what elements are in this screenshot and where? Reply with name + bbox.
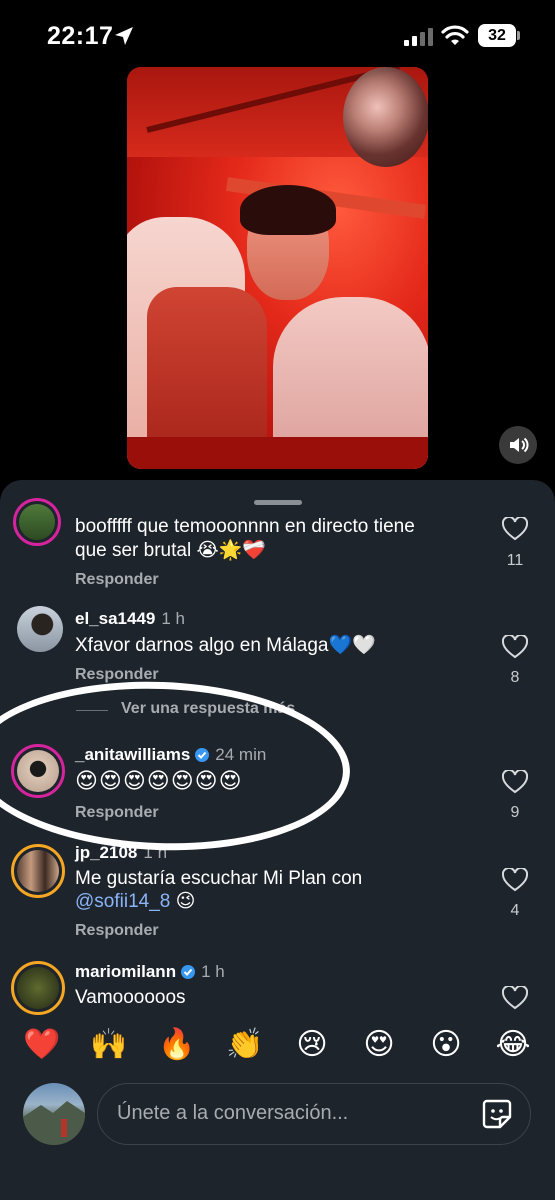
avatar-landscape [23, 1101, 85, 1145]
cellular-signal-icon [404, 28, 433, 46]
like-heart-icon[interactable] [502, 986, 528, 1010]
avatar[interactable] [11, 844, 65, 898]
video-floor [127, 437, 428, 469]
reaction-fire[interactable]: 🔥 [158, 1027, 195, 1063]
quick-reactions-bar [0, 1018, 555, 1074]
reaction-clapping[interactable]: 👏 [226, 1027, 263, 1063]
reply-button[interactable]: Responder [75, 922, 159, 940]
verified-badge-icon [181, 964, 196, 979]
reel-video[interactable] [127, 67, 428, 469]
comment-text: Me gustaría escuchar Mi Plan con [75, 868, 363, 889]
location-arrow-icon [115, 27, 133, 45]
speaker-icon [510, 437, 529, 453]
avatar[interactable] [11, 961, 65, 1015]
comment-time: 1 h [201, 962, 225, 981]
status-bar: 22:17 32 [0, 0, 555, 70]
comment-text: boofffff que temooonnnn en directo tiene [75, 516, 415, 537]
like-count: 11 [506, 552, 524, 569]
avatar[interactable] [17, 606, 63, 652]
comment-text: Xfavor darnos algo en Málaga💙🤍 [75, 635, 376, 656]
reaction-laughing[interactable]: 😂 [495, 1027, 531, 1063]
comment-time: 1 h [161, 609, 186, 628]
comment-text-line2: @sofii14_8 😉 [75, 890, 195, 914]
comment-username[interactable]: el_sa1449 1 h [75, 609, 185, 629]
like-count: 4 [510, 902, 520, 919]
comment-text: Vamoooooos [75, 987, 186, 1008]
sound-toggle-button[interactable] [499, 426, 537, 464]
wifi-icon [441, 25, 469, 45]
sheet-drag-handle[interactable] [254, 500, 302, 505]
reaction-surprised[interactable]: 😮 [428, 1027, 464, 1063]
comment-username[interactable]: mariomilann 1 h [75, 962, 225, 982]
like-heart-icon[interactable] [502, 517, 528, 541]
sticker-icon[interactable] [481, 1098, 513, 1130]
reaction-raising-hands[interactable]: 🙌 [90, 1027, 127, 1063]
reaction-heart-eyes[interactable]: 😍 [361, 1027, 397, 1063]
battery-indicator: 32 [478, 24, 516, 47]
status-time: 22:17 [47, 22, 114, 50]
user-mention-link[interactable]: @sofii14_8 [75, 891, 170, 912]
video-person-right-hair [240, 185, 336, 235]
comment-input-placeholder: Únete a la conversación... [117, 1102, 349, 1124]
like-heart-icon[interactable] [502, 635, 528, 659]
battery-tip [517, 31, 520, 40]
reaction-crying[interactable]: 😢 [294, 1027, 330, 1063]
like-count: 9 [510, 804, 520, 821]
comment-text-tail: 😉 [170, 891, 196, 912]
username-text[interactable]: el_sa1449 [75, 609, 155, 628]
username-text[interactable]: mariomilann [75, 962, 176, 981]
disco-ball [343, 67, 428, 167]
avatar[interactable] [13, 498, 61, 546]
current-user-avatar [23, 1083, 85, 1145]
like-heart-icon[interactable] [502, 868, 528, 892]
like-count: 8 [510, 669, 520, 686]
comment-text-line2: que ser brutal 😭🌟❤️‍🩹 [75, 540, 266, 561]
like-heart-icon[interactable] [502, 770, 528, 794]
reply-button[interactable]: Responder [75, 571, 159, 589]
reaction-heart[interactable]: ❤️ [23, 1027, 60, 1063]
